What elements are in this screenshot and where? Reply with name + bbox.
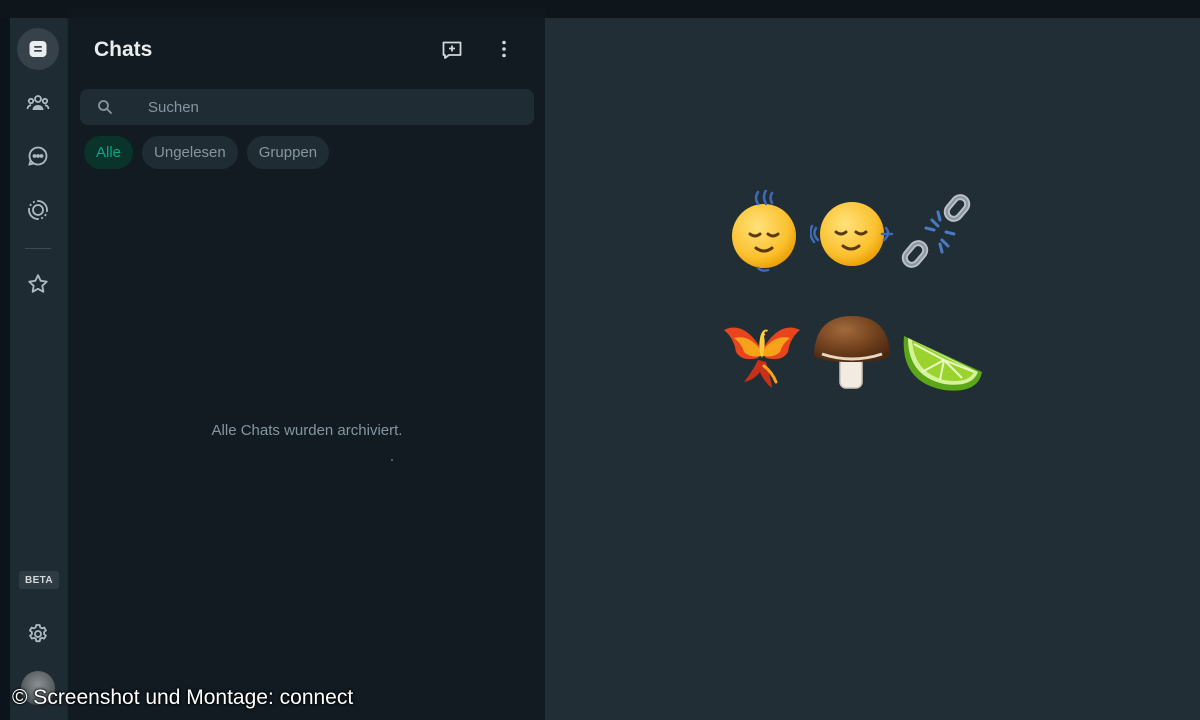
search-input[interactable]	[148, 89, 518, 125]
chats-icon	[29, 41, 47, 57]
main-content-area	[546, 18, 1200, 720]
gear-icon	[29, 624, 47, 643]
copyright-watermark: © Screenshot und Montage: connect	[12, 686, 354, 709]
new-chat-button[interactable]	[439, 36, 465, 62]
new-chat-icon	[442, 41, 462, 59]
star-icon	[28, 274, 48, 293]
decorative-dot	[391, 459, 393, 461]
filter-chip-groups[interactable]: Gruppen	[246, 136, 330, 169]
communities-icon	[26, 95, 50, 110]
rail-divider	[25, 248, 51, 249]
channels-nav-button[interactable]	[17, 135, 59, 177]
more-vertical-icon	[502, 40, 506, 58]
page-title: Chats	[94, 38, 153, 61]
empty-state-message: Alle Chats wurden archiviert.	[211, 422, 403, 439]
settings-nav-button[interactable]	[17, 613, 59, 655]
search-icon	[98, 100, 112, 114]
filter-chips: Alle Ungelesen Gruppen	[84, 136, 330, 169]
filter-chip-unread[interactable]: Ungelesen	[142, 136, 238, 169]
beta-badge: BETA	[19, 571, 59, 589]
window-top-bar	[0, 0, 1200, 18]
lime-icon	[903, 336, 982, 391]
chats-nav-button[interactable]	[17, 28, 59, 70]
channels-icon	[28, 146, 48, 166]
communities-nav-button[interactable]	[17, 82, 59, 124]
menu-button[interactable]	[491, 36, 517, 62]
brown-mushroom-icon	[814, 316, 890, 389]
navigation-rail: BETA	[10, 18, 68, 720]
status-nav-button[interactable]	[17, 189, 59, 231]
face-shaking-vertically-icon	[732, 190, 796, 272]
phoenix-icon	[724, 327, 800, 388]
chat-list-panel: Chats Alle Ungelesen Gruppen Alle Chats …	[68, 18, 546, 720]
face-shaking-horizontally-icon	[810, 202, 894, 266]
broken-chain-icon	[901, 194, 971, 268]
status-icon	[28, 200, 48, 220]
starred-nav-button[interactable]	[17, 263, 59, 305]
filter-chip-all[interactable]: Alle	[84, 136, 134, 169]
top-bar-strip	[68, 8, 546, 18]
search-bar	[80, 89, 534, 125]
